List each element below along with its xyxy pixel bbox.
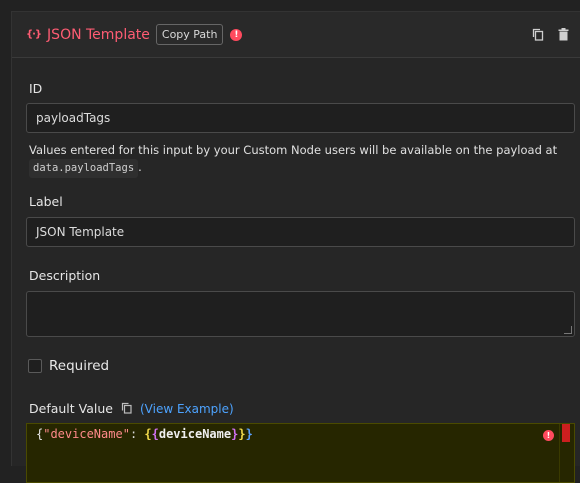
copy-icon[interactable] bbox=[121, 399, 132, 418]
panel-header: {·} JSON Template Copy Path ! bbox=[12, 12, 580, 58]
header-actions bbox=[532, 28, 569, 41]
warning-icon[interactable]: ! bbox=[230, 28, 243, 41]
required-checkbox[interactable] bbox=[28, 359, 42, 373]
json-colon: : bbox=[129, 427, 145, 441]
error-marker bbox=[562, 424, 570, 442]
template-open-2: { bbox=[151, 427, 159, 441]
template-variable: deviceName bbox=[158, 427, 232, 441]
description-label: Description bbox=[29, 268, 101, 283]
id-label: ID bbox=[29, 81, 43, 96]
view-example-link[interactable]: (View Example) bbox=[140, 402, 234, 416]
id-help-text: Values entered for this input by your Cu… bbox=[29, 142, 569, 178]
panel-title: JSON Template bbox=[47, 26, 150, 43]
trash-icon[interactable] bbox=[558, 28, 569, 41]
description-textarea[interactable] bbox=[26, 291, 575, 337]
label-label: Label bbox=[29, 194, 63, 209]
template-open-1: { bbox=[144, 427, 152, 441]
json-template-panel: {·} JSON Template Copy Path ! ID payload… bbox=[11, 11, 580, 483]
duplicate-icon[interactable] bbox=[532, 28, 544, 41]
id-help-message: Values entered for this input by your Cu… bbox=[29, 143, 558, 157]
resize-handle-icon[interactable] bbox=[564, 326, 572, 334]
default-value-row: Default Value (View Example) bbox=[29, 399, 234, 418]
required-label: Required bbox=[49, 358, 110, 374]
payload-path-code: data.payloadTags bbox=[29, 159, 139, 178]
help-suffix: . bbox=[138, 160, 142, 174]
json-key: "deviceName" bbox=[43, 427, 130, 441]
id-input[interactable]: payloadTags bbox=[26, 103, 575, 133]
default-value-editor[interactable]: {"deviceName": {{deviceName}}} ! bbox=[26, 423, 575, 483]
json-close-brace: } bbox=[245, 427, 253, 441]
editor-code-line: {"deviceName": {{deviceName}}} bbox=[36, 427, 253, 441]
default-value-label: Default Value bbox=[29, 401, 113, 416]
required-row: Required bbox=[28, 358, 109, 374]
editor-error-icon[interactable]: ! bbox=[543, 430, 554, 441]
template-close-2: } bbox=[238, 427, 246, 441]
json-type-icon: {·} bbox=[26, 29, 42, 40]
copy-path-button[interactable]: Copy Path bbox=[155, 24, 224, 45]
label-input[interactable]: JSON Template bbox=[26, 217, 575, 247]
